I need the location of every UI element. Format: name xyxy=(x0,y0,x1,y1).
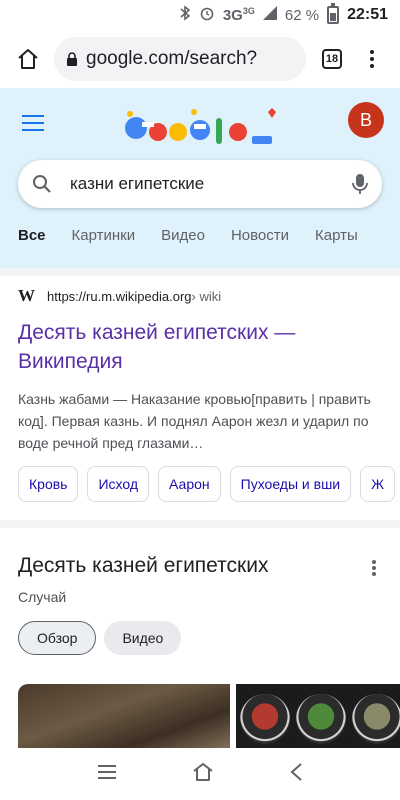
more-options-icon[interactable] xyxy=(372,560,376,578)
chip-lice[interactable]: Пухоеды и вши xyxy=(229,466,352,502)
account-avatar[interactable]: B xyxy=(348,102,384,138)
microphone-icon[interactable] xyxy=(352,173,368,195)
search-input[interactable]: казни египетские xyxy=(18,160,382,208)
back-button[interactable] xyxy=(289,762,303,787)
bluetooth-icon xyxy=(179,5,191,25)
alarm-icon xyxy=(199,5,215,25)
address-url: google.com/search? xyxy=(86,48,258,69)
image-carousel xyxy=(18,684,400,748)
result-title-link[interactable]: Десять казней египетских — Википедия xyxy=(18,318,378,376)
tab-all[interactable]: Все xyxy=(18,222,46,258)
google-doodle-logo[interactable] xyxy=(118,102,282,154)
search-result: W https://ru.m.wikipedia.org › wiki Деся… xyxy=(0,276,400,516)
network-indicator: 3G3G xyxy=(222,6,255,24)
knowledge-panel-title: Десять казней египетских xyxy=(18,554,269,577)
result-url: https://ru.m.wikipedia.org xyxy=(47,288,192,304)
lock-icon xyxy=(67,51,77,66)
back-chevron-icon xyxy=(290,762,302,781)
home-button[interactable] xyxy=(8,39,48,79)
tab-overview[interactable]: Обзор xyxy=(18,621,97,655)
more-vert-icon xyxy=(370,50,374,68)
knowledge-panel-tabs: Обзор Видео xyxy=(18,621,182,655)
plague-illustrations-image[interactable] xyxy=(236,684,400,748)
search-filter-tabs: Все Картинки Видео Новости Карты xyxy=(0,222,400,258)
status-bar: 3G3G 62 % 22:51 xyxy=(0,0,400,30)
painting-image[interactable] xyxy=(18,684,230,748)
search-query: казни египетские xyxy=(70,174,205,193)
menu-icon[interactable] xyxy=(22,115,44,136)
google-header: B казни египетские Все Картинки Видео Но… xyxy=(0,88,400,268)
tab-count: 18 xyxy=(322,49,342,69)
divider xyxy=(0,268,400,276)
result-source[interactable]: W https://ru.m.wikipedia.org › wiki xyxy=(18,286,221,306)
plague-medallion xyxy=(352,694,400,744)
tab-maps[interactable]: Карты xyxy=(315,222,358,258)
chip-partial[interactable]: Ж xyxy=(360,466,396,502)
chip-blood[interactable]: Кровь xyxy=(18,466,79,502)
browser-menu-button[interactable] xyxy=(352,39,392,79)
result-breadcrumb: › wiki xyxy=(191,288,222,304)
system-navigation-bar xyxy=(0,748,400,800)
recent-apps-button[interactable] xyxy=(97,764,117,785)
home-icon xyxy=(18,49,38,69)
address-bar[interactable]: google.com/search? xyxy=(54,37,306,81)
chip-exodus[interactable]: Исход xyxy=(87,466,150,502)
tab-kp-video[interactable]: Видео xyxy=(104,621,182,655)
home-outline-icon xyxy=(193,762,213,781)
knowledge-panel-subtitle: Случай xyxy=(18,589,67,605)
signal-icon xyxy=(262,6,277,24)
tab-images[interactable]: Картинки xyxy=(72,222,136,258)
divider xyxy=(0,520,400,528)
menu-lines-icon xyxy=(98,764,117,779)
plague-medallion xyxy=(240,694,290,744)
tab-news[interactable]: Новости xyxy=(231,222,289,258)
battery-icon xyxy=(327,3,340,24)
browser-toolbar: google.com/search? 18 xyxy=(0,30,400,88)
tab-switcher-button[interactable]: 18 xyxy=(312,39,352,79)
clock: 22:51 xyxy=(347,6,388,23)
result-snippet: Казнь жабами — Наказание кровью[править … xyxy=(18,391,371,451)
tab-video[interactable]: Видео xyxy=(161,222,205,258)
system-home-button[interactable] xyxy=(192,762,214,787)
chip-aaron[interactable]: Аарон xyxy=(158,466,221,502)
wikipedia-icon: W xyxy=(18,286,35,305)
result-chips: Кровь Исход Аарон Пухоеды и вши Ж xyxy=(18,466,396,502)
battery-percent: 62 % xyxy=(284,6,320,24)
plague-medallion xyxy=(296,694,346,744)
search-icon xyxy=(33,175,51,193)
